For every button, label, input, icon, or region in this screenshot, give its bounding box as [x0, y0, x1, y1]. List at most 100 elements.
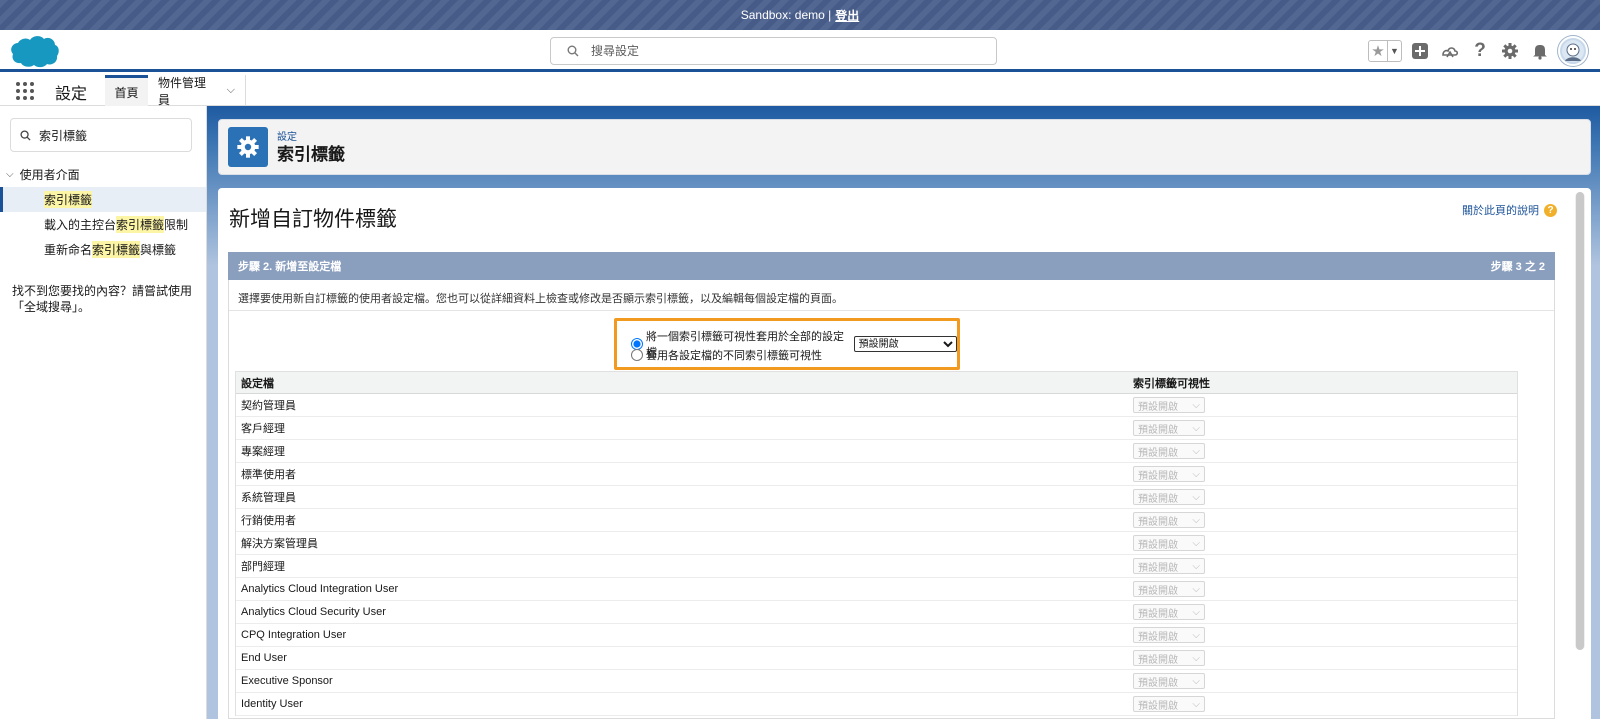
- visibility-cell: 預設開啟 ⌵: [1131, 558, 1517, 574]
- profile-name: End User: [241, 652, 287, 664]
- profile-name: Analytics Cloud Integration User: [241, 583, 399, 595]
- favorites-group[interactable]: ★ ▼: [1368, 40, 1402, 62]
- quick-find-input[interactable]: [39, 128, 179, 142]
- avatar[interactable]: [1558, 36, 1588, 66]
- tab-home[interactable]: 首頁: [105, 75, 148, 106]
- trailhead-icon[interactable]: [1438, 39, 1462, 63]
- cloud-logo-icon[interactable]: [10, 34, 60, 68]
- visibility-select-all[interactable]: 預設開啟: [853, 336, 957, 352]
- option-per-profile[interactable]: 套用各設定檔的不同索引標籤可視性: [631, 347, 822, 363]
- profile-name: 專案經理: [241, 446, 285, 458]
- star-icon[interactable]: ★: [1369, 41, 1387, 61]
- quick-find[interactable]: [10, 118, 192, 152]
- chevron-down-icon[interactable]: ⌵: [227, 84, 235, 97]
- scrollbar[interactable]: [1575, 192, 1585, 650]
- tab-object-manager[interactable]: 物件管理員 ⌵: [148, 75, 246, 107]
- visibility-select-disabled: 預設開啟 ⌵: [1133, 558, 1205, 574]
- sidebar-item-tabs[interactable]: 索引標籤: [0, 187, 206, 212]
- visibility-cell: 預設開啟 ⌵: [1131, 604, 1517, 620]
- content-title: 新增自訂物件標籤: [229, 208, 397, 231]
- table-row: 行銷使用者 預設開啟 ⌵: [236, 509, 1517, 532]
- visibility-select-disabled: 預設開啟 ⌵: [1133, 696, 1205, 712]
- not-found-hint: 找不到您要找的內容？請嘗試使用「全域搜尋」。: [12, 284, 193, 314]
- app-name: 設定: [55, 86, 88, 103]
- radio-per-profile[interactable]: [631, 349, 643, 361]
- chevron-down-icon[interactable]: ⌵: [6, 169, 14, 180]
- profile-name: 行銷使用者: [241, 515, 296, 527]
- table-row: 客戶經理 預設開啟 ⌵: [236, 417, 1517, 440]
- search-icon: [20, 129, 31, 141]
- visibility-select-disabled: 預設開啟 ⌵: [1133, 581, 1205, 597]
- visibility-select-disabled: 預設開啟 ⌵: [1133, 604, 1205, 620]
- scrollbar-thumb[interactable]: [1576, 192, 1584, 650]
- visibility-cell: 預設開啟 ⌵: [1131, 420, 1517, 436]
- page-title: 索引標籤: [277, 145, 345, 164]
- search-highlight: 索引標籤: [116, 216, 165, 233]
- table-row: 契約管理員 預設開啟 ⌵: [236, 394, 1517, 417]
- visibility-select-disabled: 預設開啟 ⌵: [1133, 420, 1205, 436]
- sidebar-item-label: 載入的主控台: [44, 218, 117, 232]
- chevron-down-icon[interactable]: ▼: [1387, 41, 1401, 61]
- page-header: 設定 索引標籤: [218, 119, 1591, 175]
- help-icon[interactable]: ?: [1544, 203, 1557, 217]
- sidebar-item-label: 與標籤: [140, 243, 177, 257]
- table-row: Executive Sponsor 預設開啟 ⌵: [236, 670, 1517, 693]
- setup-search-bar[interactable]: [550, 37, 997, 65]
- visibility-cell: 預設開啟 ⌵: [1131, 627, 1517, 643]
- step-counter: 步驟 3 之 2: [1490, 261, 1545, 273]
- profile-name: 部門經理: [241, 561, 285, 573]
- profile-name: 系統管理員: [241, 492, 296, 504]
- logout-link[interactable]: 登出: [835, 7, 859, 24]
- help-icon[interactable]: ?: [1468, 39, 1492, 63]
- help-link-label: 關於此頁的說明: [1462, 205, 1539, 217]
- gear-icon[interactable]: [1498, 39, 1522, 63]
- visibility-select-disabled: 預設開啟 ⌵: [1133, 489, 1205, 505]
- sidebar-item-label: 重新命名: [44, 243, 93, 257]
- chevron-down-icon: ⌵: [1192, 652, 1200, 664]
- bell-icon[interactable]: [1528, 39, 1552, 63]
- chevron-down-icon: ⌵: [1192, 445, 1200, 457]
- header-utility-icons: ★ ▼ ?: [1368, 36, 1588, 66]
- table-row: Analytics Cloud Security User 預設開啟 ⌵: [236, 601, 1517, 624]
- visibility-value: 預設開啟: [1138, 700, 1178, 712]
- sidebar-item-rename-tabs[interactable]: 重新命名 索引標籤 與標籤: [0, 237, 206, 262]
- search-highlight: 索引標籤: [92, 241, 141, 258]
- chevron-down-icon: ⌵: [1192, 560, 1200, 572]
- chevron-down-icon: ⌵: [1192, 675, 1200, 687]
- visibility-select-disabled: 預設開啟 ⌵: [1133, 673, 1205, 689]
- sandbox-label: Sandbox: demo |: [740, 8, 832, 22]
- sidebar-item-label: 限制: [164, 218, 189, 232]
- sidebar-item-console-tab-limits[interactable]: 載入的主控台 索引標籤 限制: [0, 212, 206, 237]
- visibility-value: 預設開啟: [1138, 470, 1178, 482]
- help-link[interactable]: 關於此頁的說明 ?: [1462, 202, 1557, 218]
- visibility-value: 預設開啟: [1138, 585, 1178, 597]
- chevron-down-icon: ⌵: [1192, 537, 1200, 549]
- visibility-cell: 預設開啟 ⌵: [1131, 397, 1517, 413]
- visibility-value: 預設開啟: [1138, 493, 1178, 505]
- visibility-value: 預設開啟: [1138, 608, 1178, 620]
- chevron-down-icon: ⌵: [1192, 698, 1200, 710]
- sandbox-banner: Sandbox: demo | 登出: [0, 0, 1600, 30]
- visibility-cell: 預設開啟 ⌵: [1131, 696, 1517, 712]
- search-input[interactable]: [591, 44, 971, 58]
- global-header: ★ ▼ ?: [0, 30, 1600, 72]
- tree-node-user-interface[interactable]: ⌵ 使用者介面: [6, 166, 80, 183]
- table-row: 系統管理員 預設開啟 ⌵: [236, 486, 1517, 509]
- visibility-value: 預設開啟: [1138, 516, 1178, 528]
- table-body: 契約管理員 預設開啟 ⌵ 客戶經理 預設開啟 ⌵ 專案經理 預設開啟 ⌵ 標準使用者 預設開啟 ⌵ 系統…: [236, 394, 1517, 716]
- visibility-cell: 預設開啟 ⌵: [1131, 535, 1517, 551]
- sidebar-item-label: 索引標籤: [44, 191, 93, 208]
- app-launcher-icon[interactable]: [16, 82, 34, 100]
- visibility-value: 預設開啟: [1138, 539, 1178, 551]
- visibility-select-disabled: 預設開啟 ⌵: [1133, 650, 1205, 666]
- chevron-down-icon: ⌵: [1192, 629, 1200, 641]
- chevron-down-icon: ⌵: [1192, 606, 1200, 618]
- add-icon[interactable]: [1408, 39, 1432, 63]
- table-row: 專案經理 預設開啟 ⌵: [236, 440, 1517, 463]
- column-header-profile: 設定檔: [241, 377, 274, 390]
- visibility-cell: 預設開啟 ⌵: [1131, 443, 1517, 459]
- visibility-select-disabled: 預設開啟 ⌵: [1133, 627, 1205, 643]
- profile-name: 解決方案管理員: [241, 538, 318, 550]
- chevron-down-icon: ⌵: [1192, 583, 1200, 595]
- visibility-options: 將一個索引標籤可視性套用於全部的設定檔 預設開啟 套用各設定檔的不同索引標籤可視…: [614, 318, 960, 370]
